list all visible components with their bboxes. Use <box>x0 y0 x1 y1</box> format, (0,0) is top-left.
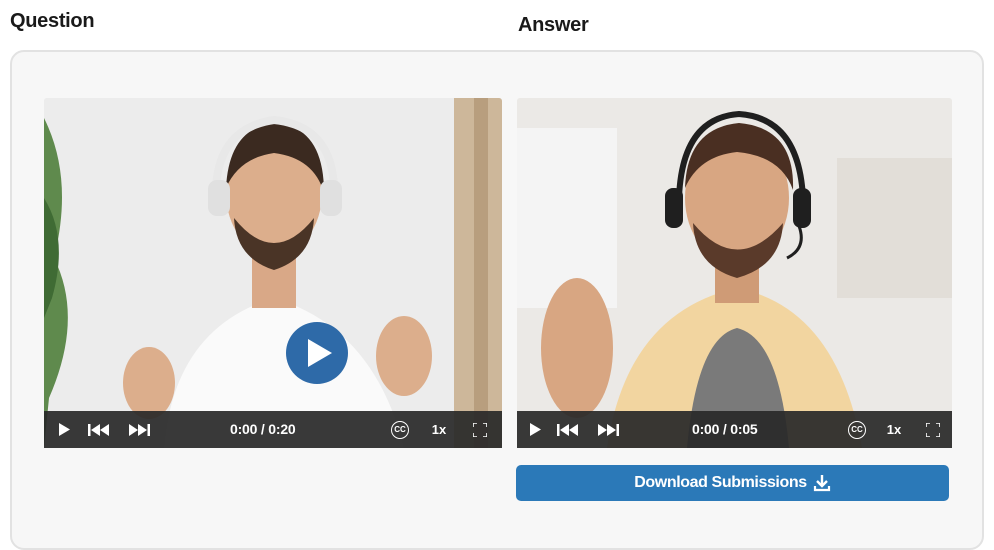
rewind-button[interactable] <box>86 411 112 448</box>
time-display: 0:00 / 0:05 <box>692 421 758 437</box>
play-button[interactable] <box>525 411 545 448</box>
download-label: Download Submissions <box>634 474 807 491</box>
rewind-button[interactable] <box>555 411 581 448</box>
download-submissions-button[interactable]: Download Submissions <box>516 465 949 501</box>
play-icon <box>58 423 70 436</box>
answer-video-frame <box>517 98 952 448</box>
question-video-controls: 0:00 / 0:20 CC 1x <box>44 411 502 448</box>
question-heading: Question <box>10 10 95 32</box>
fullscreen-icon <box>473 422 487 437</box>
question-video-frame <box>44 98 502 448</box>
speed-label: 1x <box>886 422 902 437</box>
answer-video-controls: 0:00 / 0:05 CC 1x <box>517 411 952 448</box>
time-display: 0:00 / 0:20 <box>230 421 296 437</box>
skip-back-icon <box>88 423 109 436</box>
skip-forward-icon <box>129 423 150 436</box>
captions-button[interactable]: CC <box>847 411 867 448</box>
play-button[interactable] <box>54 411 74 448</box>
captions-button[interactable]: CC <box>390 411 410 448</box>
download-icon <box>813 475 830 492</box>
fullscreen-button[interactable] <box>470 411 490 448</box>
fullscreen-icon <box>926 422 940 437</box>
question-video[interactable] <box>44 98 502 448</box>
answer-video[interactable] <box>517 98 952 448</box>
speed-button[interactable]: 1x <box>428 411 450 448</box>
skip-back-icon <box>557 423 578 436</box>
answer-heading: Answer <box>518 14 589 36</box>
play-overlay-button[interactable] <box>286 322 348 384</box>
forward-button[interactable] <box>595 411 621 448</box>
forward-button[interactable] <box>126 411 152 448</box>
speed-label: 1x <box>431 422 447 437</box>
captions-icon: CC <box>848 420 866 439</box>
captions-icon: CC <box>391 420 409 439</box>
play-icon <box>529 423 541 436</box>
fullscreen-button[interactable] <box>923 411 943 448</box>
speed-button[interactable]: 1x <box>883 411 905 448</box>
skip-forward-icon <box>598 423 619 436</box>
play-icon <box>308 339 332 367</box>
